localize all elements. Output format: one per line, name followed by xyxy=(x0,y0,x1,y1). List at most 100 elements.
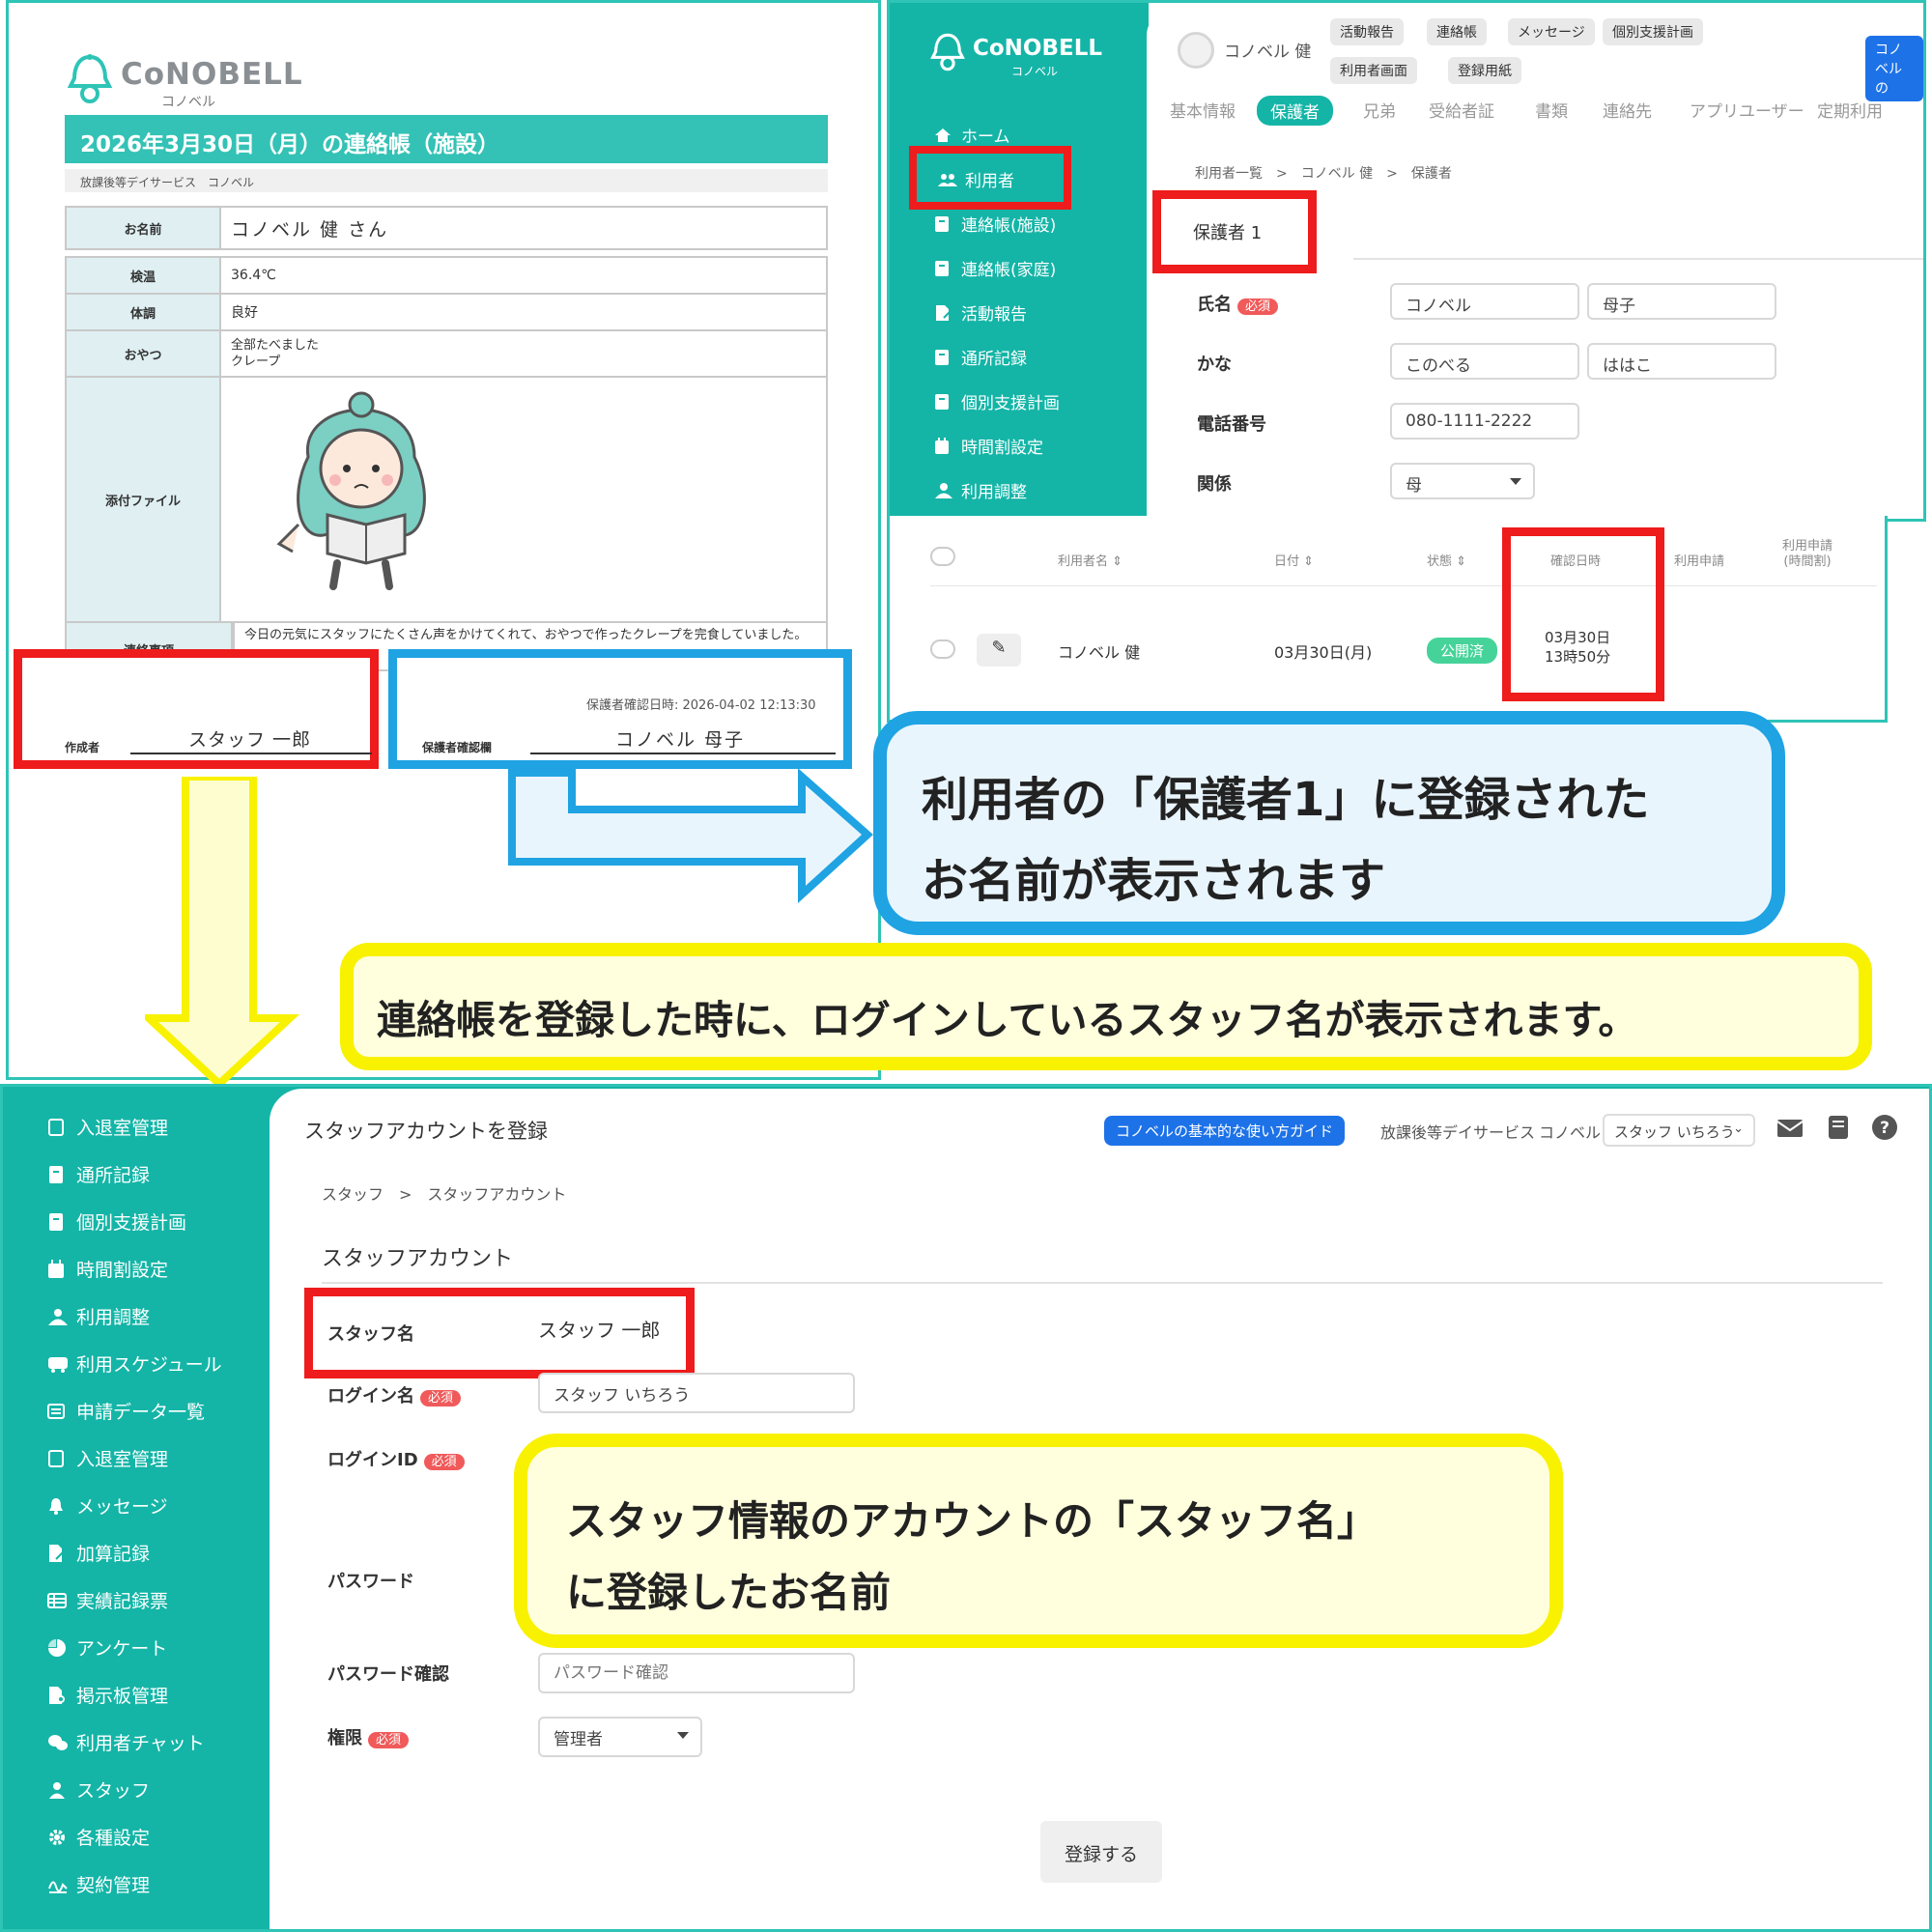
sidebar-item-contact-facility[interactable]: 連絡帳(施設) xyxy=(934,212,1056,236)
first-name-input[interactable]: 母子 xyxy=(1587,283,1776,320)
sidebar-item-label: 個別支援計画 xyxy=(961,394,1060,413)
guardian-label: 保護者確認欄 xyxy=(422,741,493,754)
column-user-name[interactable]: 利用者名 ⇕ xyxy=(1058,551,1122,569)
column-date[interactable]: 日付 ⇕ xyxy=(1274,551,1314,569)
calendar-icon xyxy=(47,1259,67,1279)
sidebar-item-timetable[interactable]: 時間割設定 xyxy=(934,434,1043,458)
sidebar-item-support-plan[interactable]: 個別支援計画 xyxy=(934,389,1060,413)
book-icon[interactable] xyxy=(1827,1114,1850,1141)
sidebar-item-adjust[interactable]: 利用調整 xyxy=(47,1303,150,1329)
sidebar-item-applications[interactable]: 申請データ一覧 xyxy=(47,1398,205,1424)
chevron-down-icon xyxy=(677,1732,689,1739)
bell-logo-icon xyxy=(928,32,967,72)
sidebar-item-contact-home[interactable]: 連絡帳(家庭) xyxy=(934,256,1056,280)
section-title: 保護者 1 xyxy=(1193,223,1263,243)
sidebar-item-contract[interactable]: 契約管理 xyxy=(47,1871,150,1897)
divider xyxy=(1353,258,1923,260)
sidebar-item-label: 活動報告 xyxy=(961,305,1027,325)
tab-contacts[interactable]: 連絡先 xyxy=(1603,98,1652,122)
tab-guardian[interactable]: 保護者 xyxy=(1257,96,1333,126)
phone-input[interactable]: 080-1111-2222 xyxy=(1390,403,1579,440)
pill-message[interactable]: メッセージ xyxy=(1508,18,1595,45)
sidebar-item-attendance[interactable]: 通所記録 xyxy=(934,345,1027,369)
sidebar-item-entry-exit[interactable]: 入退室管理 xyxy=(47,1114,168,1140)
section-title: スタッフアカウント xyxy=(322,1247,514,1271)
sidebar-item-chat[interactable]: 利用者チャット xyxy=(47,1729,205,1755)
pill-user-screen[interactable]: 利用者画面 xyxy=(1330,57,1417,84)
sidebar-item-entry-exit-2[interactable]: 入退室管理 xyxy=(47,1445,168,1471)
tab-certificate[interactable]: 受給者証 xyxy=(1429,98,1494,122)
last-name-input[interactable]: コノベル xyxy=(1390,283,1579,320)
home-icon xyxy=(934,127,952,144)
tab-app-users[interactable]: アプリユーザー xyxy=(1690,98,1804,122)
required-badge: 必須 xyxy=(1237,298,1279,315)
blue-callout-text: 利用者の「保護者1」に登録された お名前が表示されます xyxy=(922,773,1650,908)
sidebar-item-activity[interactable]: 活動報告 xyxy=(934,300,1027,325)
user-dropdown[interactable]: スタッフ いちろう ⌄ xyxy=(1603,1114,1755,1147)
pill-contact-book[interactable]: 連絡帳 xyxy=(1427,18,1487,45)
sidebar-item-board[interactable]: 掲示板管理 xyxy=(47,1682,168,1708)
snack-value: 全部たべました クレープ xyxy=(219,329,828,378)
notebook-icon xyxy=(47,1165,67,1184)
tablet-icon xyxy=(47,1449,67,1468)
name-label: お名前 xyxy=(65,206,221,250)
edit-icon[interactable]: ✎ xyxy=(977,634,1021,667)
select-all-checkbox[interactable] xyxy=(930,547,955,566)
logo-subtext: コノベル xyxy=(1011,65,1059,78)
tab-siblings[interactable]: 兄弟 xyxy=(1363,98,1396,122)
save-button[interactable]: 登録する xyxy=(1040,1821,1162,1883)
sidebar-item-survey[interactable]: アンケート xyxy=(47,1634,167,1661)
sidebar-item-label: 利用調整 xyxy=(76,1307,151,1328)
sidebar-item-label: 入退室管理 xyxy=(76,1449,169,1470)
sidebar-item-message[interactable]: メッセージ xyxy=(47,1492,168,1519)
sidebar-item-adjust[interactable]: 利用調整 xyxy=(934,478,1027,502)
notebook-icon xyxy=(934,393,952,411)
tab-regular-use[interactable]: 定期利用 xyxy=(1817,98,1883,122)
people-adjust-icon xyxy=(934,482,952,499)
sidebar-item-attendance[interactable]: 通所記録 xyxy=(47,1161,150,1187)
sidebar-item-label: 申請データ一覧 xyxy=(76,1402,206,1423)
document-edit-icon xyxy=(47,1544,67,1563)
mail-icon[interactable] xyxy=(1776,1118,1804,1139)
pill-support-plan[interactable]: 個別支援計画 xyxy=(1603,18,1703,45)
row-checkbox[interactable] xyxy=(930,639,955,659)
sidebar-item-settings[interactable]: 各種設定 xyxy=(47,1824,150,1850)
staff-name-label: スタッフ名 xyxy=(327,1324,414,1345)
sidebar-item-records[interactable]: 実績記録票 xyxy=(47,1587,168,1613)
sidebar-item-label: 実績記録票 xyxy=(76,1591,169,1612)
password-confirm-input[interactable] xyxy=(538,1653,855,1693)
guardian-value: コノベル 母子 xyxy=(615,729,746,751)
pill-registration-form[interactable]: 登録用紙 xyxy=(1448,57,1521,84)
login-name-input[interactable]: スタッフ いちろう xyxy=(538,1373,855,1413)
temperature-value: 36.4℃ xyxy=(219,256,828,295)
sidebar-item-schedule[interactable]: 利用スケジュール xyxy=(47,1350,222,1377)
tab-basic-info[interactable]: 基本情報 xyxy=(1170,98,1236,122)
sidebar-item-support-plan[interactable]: 個別支援計画 xyxy=(47,1208,186,1235)
pill-activity-report[interactable]: 活動報告 xyxy=(1330,18,1404,45)
help-icon[interactable]: ? xyxy=(1871,1114,1898,1141)
confirmed-highlight-box xyxy=(1502,527,1664,701)
table-icon xyxy=(47,1591,67,1610)
name-table: お名前 コノベル 健 さん xyxy=(65,206,828,250)
author-highlight-box: 作成者 スタッフ 一郎 xyxy=(14,649,379,769)
name-field-label: 氏名 必須 xyxy=(1197,291,1279,316)
kana-last-input[interactable]: このべる xyxy=(1390,343,1579,380)
sidebar-item-label: 利用者チャット xyxy=(76,1733,205,1754)
guide-button[interactable]: コノベルの xyxy=(1865,36,1923,101)
kana-first-input[interactable]: ははこ xyxy=(1587,343,1776,380)
condition-label: 体調 xyxy=(65,293,221,331)
file-search-icon xyxy=(47,1686,67,1705)
sidebar-item-staff[interactable]: スタッフ xyxy=(47,1776,150,1803)
role-select[interactable]: 管理者 xyxy=(538,1717,702,1757)
guide-button[interactable]: コノベルの基本的な使い方ガイド xyxy=(1104,1116,1346,1146)
sidebar-item-label: 利用調整 xyxy=(961,483,1027,502)
relation-select[interactable]: 母 xyxy=(1390,463,1535,499)
sidebar-item-home[interactable]: ホーム xyxy=(934,123,1010,147)
sidebar-item-addition[interactable]: 加算記録 xyxy=(47,1540,150,1566)
tab-documents[interactable]: 書類 xyxy=(1535,98,1568,122)
avatar xyxy=(1178,32,1214,69)
sidebar-item-timetable[interactable]: 時間割設定 xyxy=(47,1256,168,1282)
column-status[interactable]: 状態 ⇕ xyxy=(1427,551,1466,569)
row-date: 03月30日(月) xyxy=(1274,643,1373,662)
sidebar-item-label: 時間割設定 xyxy=(961,439,1043,458)
